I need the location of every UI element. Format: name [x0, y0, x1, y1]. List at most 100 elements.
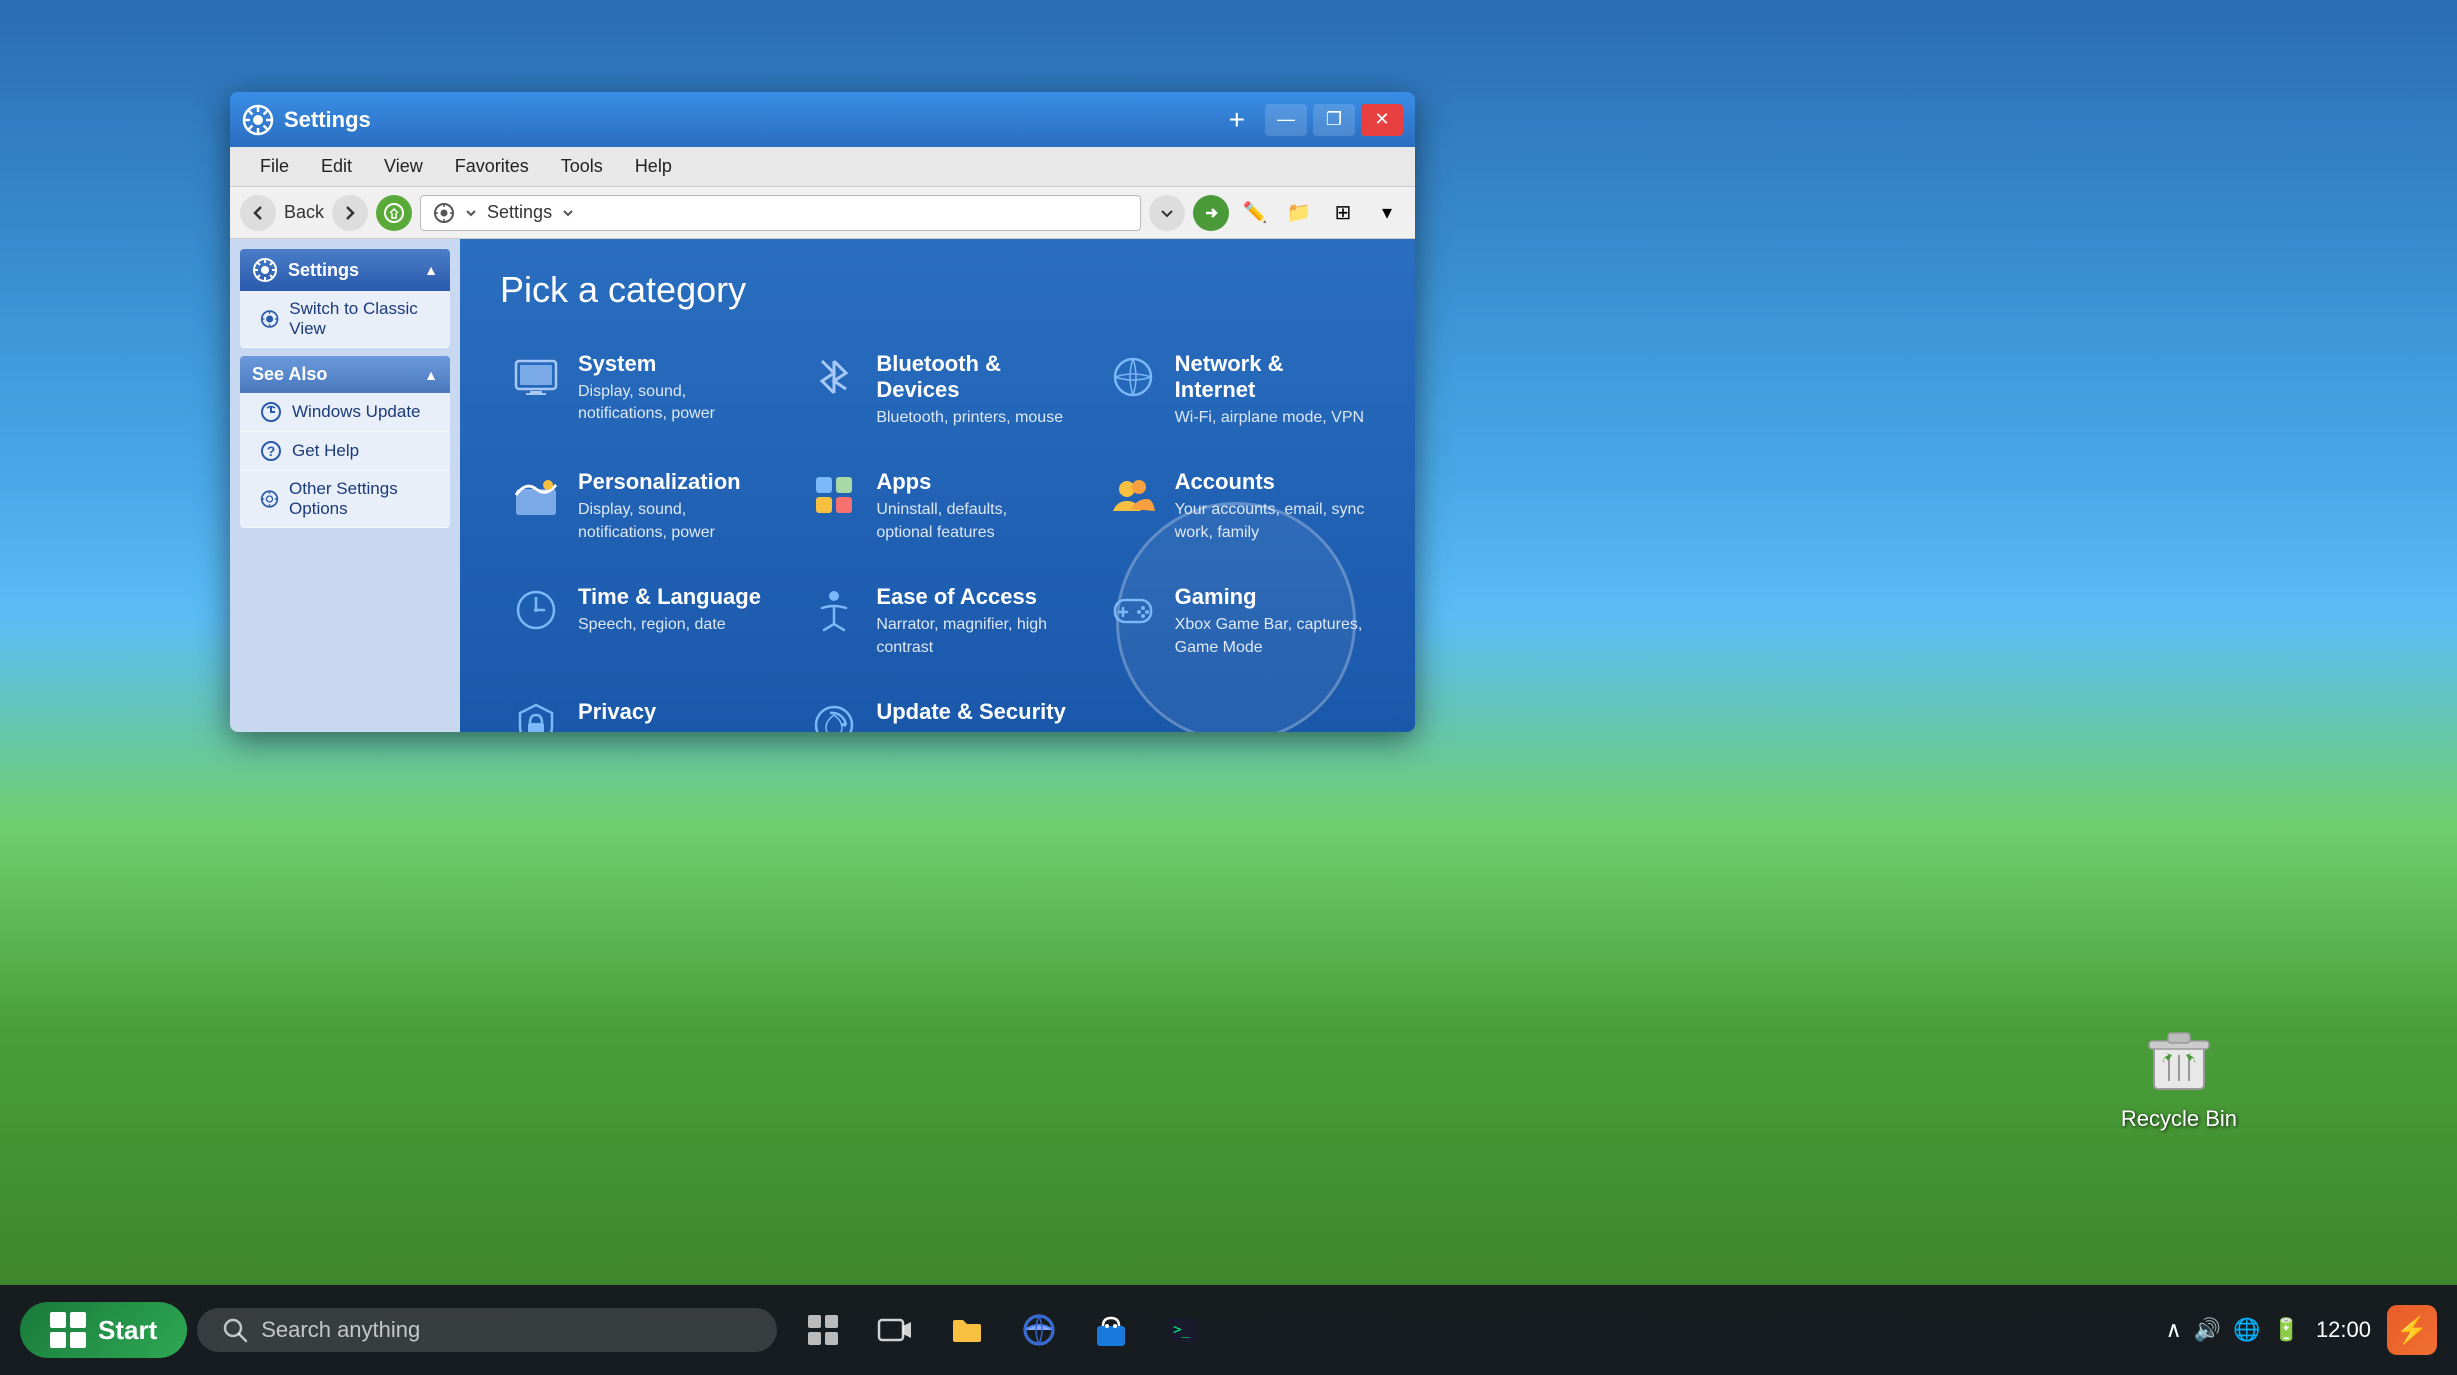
category-privacy[interactable]: Privacy Location, camera, microphone — [500, 689, 778, 732]
privacy-text: Privacy Location, camera, microphone — [578, 699, 768, 732]
bluetooth-name: Bluetooth & Devices — [876, 351, 1066, 403]
time-icon — [510, 584, 562, 636]
explorer-window: Settings + — ❐ ✕ File Edit View Favorite… — [230, 92, 1415, 732]
category-gaming[interactable]: Gaming Xbox Game Bar, captures, Game Mod… — [1097, 574, 1375, 669]
see-also-collapse-icon: ▲ — [424, 367, 438, 383]
accounts-text: Accounts Your accounts, email, sync work… — [1175, 469, 1365, 544]
sidebar-other-settings[interactable]: Other Settings Options — [240, 471, 450, 528]
folder-icon-button[interactable]: 📁 — [1281, 195, 1317, 231]
store-button[interactable] — [1085, 1304, 1137, 1356]
recycle-bin-label: Recycle Bin — [2121, 1106, 2237, 1132]
ease-of-access-icon — [808, 584, 860, 636]
category-personalization[interactable]: Personalization Display, sound, notifica… — [500, 459, 778, 554]
recycle-bin-icon — [2139, 1020, 2219, 1100]
maximize-button[interactable]: ❐ — [1313, 104, 1355, 136]
back-button[interactable] — [240, 195, 276, 231]
address-chevron-icon — [560, 205, 576, 221]
sidebar-get-help[interactable]: ? Get Help — [240, 432, 450, 471]
address-arrow-icon — [463, 205, 479, 221]
category-time[interactable]: Time & Language Speech, region, date — [500, 574, 778, 669]
network-desc: Wi-Fi, airplane mode, VPN — [1175, 407, 1365, 429]
page-title: Pick a category — [500, 269, 1375, 311]
menu-help[interactable]: Help — [621, 152, 686, 181]
category-network[interactable]: Network & Internet Wi-Fi, airplane mode,… — [1097, 341, 1375, 439]
battery-icon[interactable]: 🔋 — [2273, 1317, 2300, 1343]
address-dropdown-button[interactable] — [1149, 195, 1185, 231]
taskbar-icons: >_ — [797, 1304, 1209, 1356]
bluetooth-text: Bluetooth & Devices Bluetooth, printers,… — [876, 351, 1066, 429]
category-ease-of-access[interactable]: Ease of Access Narrator, magnifier, high… — [798, 574, 1076, 669]
volume-icon[interactable]: 🔊 — [2194, 1317, 2221, 1343]
recycle-bin[interactable]: Recycle Bin — [2121, 1020, 2237, 1132]
update-security-name: Update & Security — [876, 699, 1066, 725]
other-settings-icon — [260, 488, 279, 510]
system-tray-chevron[interactable]: ∧ — [2166, 1317, 2182, 1343]
accounts-icon — [1107, 469, 1159, 521]
menu-edit[interactable]: Edit — [307, 152, 366, 181]
menu-file[interactable]: File — [246, 152, 303, 181]
sidebar-settings-header[interactable]: Settings ▲ — [240, 249, 450, 291]
add-tab-button[interactable]: + — [1219, 104, 1255, 136]
file-explorer-button[interactable] — [941, 1304, 993, 1356]
switch-classic-icon — [260, 308, 279, 330]
get-help-label: Get Help — [292, 441, 359, 461]
go-button[interactable] — [1193, 195, 1229, 231]
sidebar-switch-to-classic[interactable]: Switch to Classic View — [240, 291, 450, 348]
windows-update-label: Windows Update — [292, 402, 421, 422]
ease-of-access-desc: Narrator, magnifier, high contrast — [876, 614, 1066, 659]
network-tray-icon[interactable]: 🌐 — [2233, 1317, 2260, 1343]
time-desc: Speech, region, date — [578, 614, 761, 636]
see-also-label: See Also — [252, 364, 327, 385]
task-view-button[interactable] — [797, 1304, 849, 1356]
start-button[interactable]: Start — [20, 1302, 187, 1358]
category-accounts[interactable]: Accounts Your accounts, email, sync work… — [1097, 459, 1375, 554]
sidebar-windows-update[interactable]: Windows Update — [240, 393, 450, 432]
grid-icon-button[interactable]: ⊞ — [1325, 195, 1361, 231]
category-bluetooth[interactable]: Bluetooth & Devices Bluetooth, printers,… — [798, 341, 1076, 439]
menu-favorites[interactable]: Favorites — [441, 152, 543, 181]
home-button[interactable] — [376, 195, 412, 231]
sidebar-settings-collapse-icon: ▲ — [424, 262, 438, 278]
address-bar[interactable]: Settings — [420, 195, 1141, 231]
svg-text:>_: >_ — [1173, 1322, 1190, 1338]
windows-update-icon — [260, 401, 282, 423]
menu-view[interactable]: View — [370, 152, 437, 181]
terminal-button[interactable]: >_ — [1157, 1304, 1209, 1356]
browser-button[interactable] — [1013, 1304, 1065, 1356]
svg-text:?: ? — [267, 443, 276, 459]
update-security-icon — [808, 699, 860, 732]
window-body: Settings ▲ Switch to Classic View — [230, 239, 1415, 732]
title-bar: Settings + — ❐ ✕ — [230, 92, 1415, 147]
update-security-desc: Windows Update, recovery, backup — [876, 729, 1066, 732]
corner-widget[interactable]: ⚡ — [2387, 1305, 2437, 1355]
apps-desc: Uninstall, defaults, optional features — [876, 499, 1066, 544]
search-icon — [221, 1316, 249, 1344]
bluetooth-desc: Bluetooth, printers, mouse — [876, 407, 1066, 429]
camera-button[interactable] — [869, 1304, 921, 1356]
forward-button[interactable] — [332, 195, 368, 231]
desktop: Recycle Bin Settings + — ❐ ✕ File Edi — [0, 0, 2457, 1375]
category-update-security[interactable]: Update & Security Windows Update, recove… — [798, 689, 1076, 732]
pencil-icon-button[interactable]: ✏️ — [1237, 195, 1273, 231]
clock[interactable]: 12:00 — [2316, 1317, 2371, 1343]
start-label: Start — [98, 1315, 157, 1346]
category-apps[interactable]: Apps Uninstall, defaults, optional featu… — [798, 459, 1076, 554]
gaming-name: Gaming — [1175, 584, 1365, 610]
minimize-button[interactable]: — — [1265, 104, 1307, 136]
category-system[interactable]: System Display, sound, notifications, po… — [500, 341, 778, 439]
other-settings-label: Other Settings Options — [289, 479, 438, 519]
search-bar[interactable]: Search anything — [197, 1308, 777, 1352]
menu-tools[interactable]: Tools — [547, 152, 617, 181]
personalization-desc: Display, sound, notifications, power — [578, 499, 768, 544]
view-dropdown-button[interactable]: ▾ — [1369, 195, 1405, 231]
main-content: Pick a category S — [460, 239, 1415, 732]
apps-text: Apps Uninstall, defaults, optional featu… — [876, 469, 1066, 544]
apps-icon — [808, 469, 860, 521]
sidebar-see-also-header[interactable]: See Also ▲ — [240, 356, 450, 393]
search-placeholder: Search anything — [261, 1317, 420, 1343]
address-settings-icon — [433, 202, 455, 224]
close-button[interactable]: ✕ — [1361, 104, 1403, 136]
sidebar-settings-label: Settings — [288, 260, 359, 281]
apps-name: Apps — [876, 469, 1066, 495]
system-name: System — [578, 351, 768, 377]
